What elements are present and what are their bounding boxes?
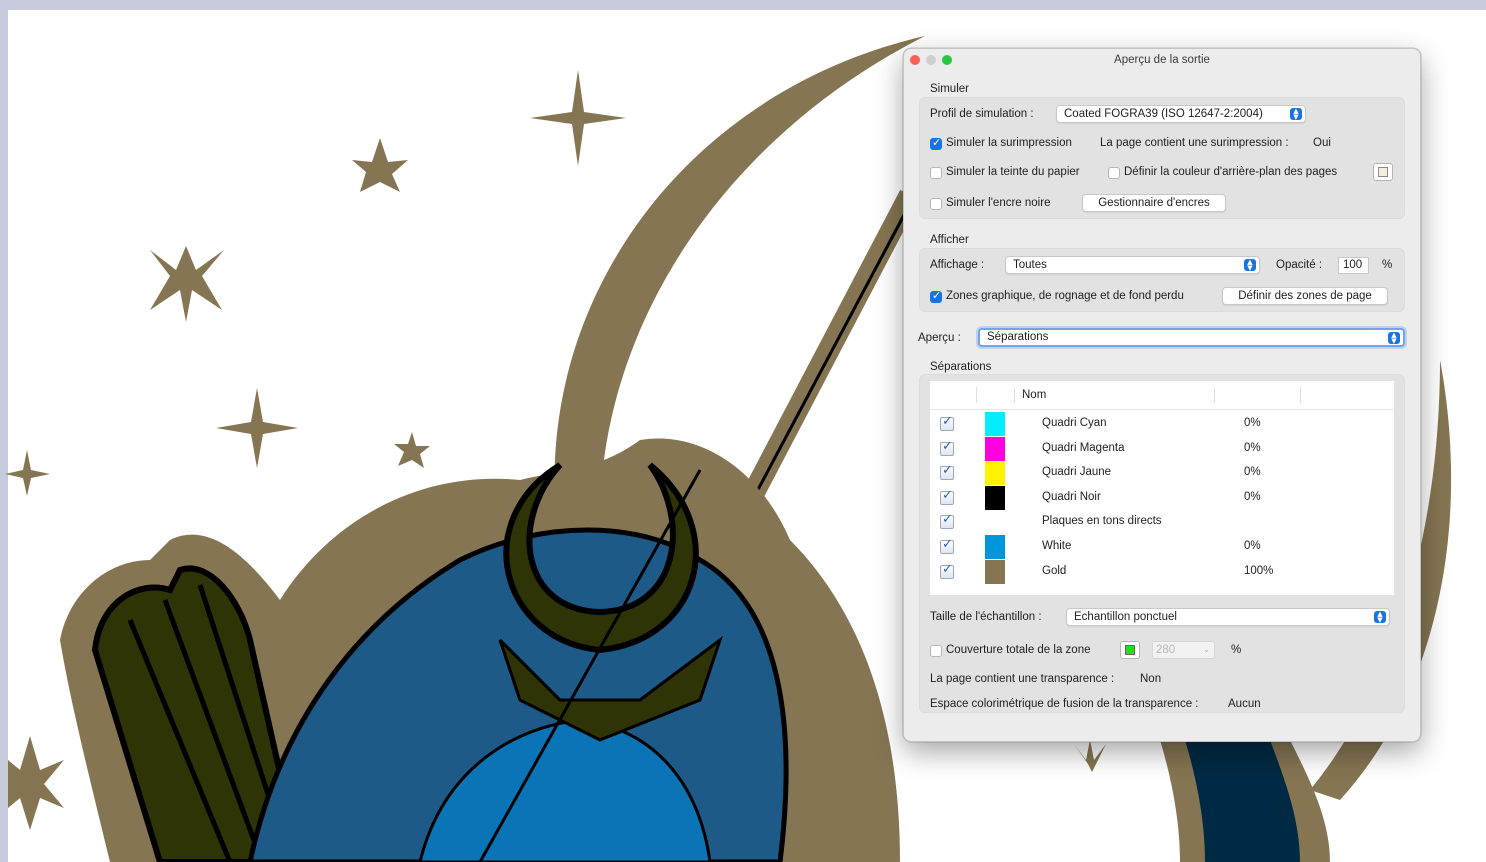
simulate-paper-tint-checkbox[interactable] xyxy=(930,167,942,179)
separation-visibility-checkbox[interactable] xyxy=(940,562,954,579)
ink-color-swatch xyxy=(985,559,1005,584)
column-name-header[interactable]: Nom xyxy=(1022,389,1046,401)
show-section-label: Afficher xyxy=(930,234,969,246)
simulation-profile-value: Coated FOGRA39 (ISO 12647-2:2004) xyxy=(1064,108,1263,120)
separation-visibility-checkbox[interactable] xyxy=(940,512,954,530)
zones-label: Zones graphique, de rognage et de fond p… xyxy=(946,290,1184,302)
table-row[interactable]: Plaques en tons directs xyxy=(930,510,1394,534)
sample-size-select[interactable]: Echantillon ponctuel ▲ ▼ xyxy=(1066,608,1390,626)
zones-checkbox[interactable] xyxy=(930,289,942,303)
ink-color-swatch xyxy=(985,461,1005,486)
zoom-icon[interactable] xyxy=(942,55,952,65)
separation-name: Gold xyxy=(1042,564,1067,577)
table-row[interactable]: Quadri Magenta 0% xyxy=(930,436,1394,461)
transparency-value: Non xyxy=(1140,673,1162,685)
ink-manager-button[interactable]: Gestionnaire d'encres xyxy=(1082,194,1226,212)
separation-value: 0% xyxy=(1244,417,1261,429)
simulate-black-ink-label: Simuler l'encre noire xyxy=(946,197,1051,209)
ink-color-swatch xyxy=(985,436,1005,461)
separation-value: 0% xyxy=(1244,441,1261,454)
preview-label: Aperçu : xyxy=(918,332,961,344)
separation-name: Quadri Noir xyxy=(1042,490,1101,503)
table-row[interactable]: Gold 100% xyxy=(930,559,1394,584)
table-header: Nom xyxy=(930,381,1394,410)
window-title: Aperçu de la sortie xyxy=(1114,54,1210,66)
separation-name: Quadri Jaune xyxy=(1042,466,1112,479)
page-bg-color-label: Définir la couleur d'arrière-plan des pa… xyxy=(1124,166,1338,178)
overprint-info-label: La page contient une surimpression : xyxy=(1100,137,1289,149)
sample-size-label: Taille de l'échantillon : xyxy=(930,611,1042,623)
total-coverage-checkbox[interactable] xyxy=(930,645,942,657)
window-titlebar[interactable]: Aperçu de la sortie xyxy=(904,49,1420,71)
simulation-profile-select[interactable]: Coated FOGRA39 (ISO 12647-2:2004) ▲ ▼ xyxy=(1056,105,1306,123)
simulation-profile-label: Profil de simulation : xyxy=(930,108,1034,120)
output-preview-dialog: Aperçu de la sortie Simuler Profil de si… xyxy=(903,48,1421,742)
coverage-color-well[interactable] xyxy=(1120,641,1140,659)
separation-value: 0% xyxy=(1244,540,1261,552)
updown-chevron-icon: ▲ ▼ xyxy=(1374,611,1386,624)
chevron-down-icon: ⌄ xyxy=(1203,645,1210,654)
table-row[interactable]: White 0% xyxy=(930,535,1394,559)
coverage-combo[interactable]: 280 ⌄ xyxy=(1152,641,1215,659)
ink-color-swatch xyxy=(985,485,1005,510)
display-label: Affichage : xyxy=(930,259,985,271)
color-swatch xyxy=(1125,645,1135,655)
simulate-overprint-label: Simuler la surimpression xyxy=(946,137,1072,149)
close-icon[interactable] xyxy=(910,55,920,65)
define-page-zones-button[interactable]: Définir des zones de page xyxy=(1222,287,1388,305)
minimize-icon[interactable] xyxy=(926,55,936,65)
coverage-value: 280 xyxy=(1156,644,1176,656)
separation-value: 0% xyxy=(1244,466,1261,479)
display-value: Toutes xyxy=(1013,259,1047,271)
separations-table: Nom Quadri Cyan0%Quadri Magenta0%Quadri … xyxy=(930,381,1394,595)
preview-mode-value: Séparations xyxy=(987,331,1049,343)
separations-section-label: Séparations xyxy=(930,361,992,373)
opacity-input[interactable]: 100 xyxy=(1338,257,1369,274)
opacity-unit: % xyxy=(1382,259,1393,271)
separation-visibility-checkbox[interactable] xyxy=(940,439,954,456)
table-row[interactable]: Quadri Jaune 0% xyxy=(930,461,1394,486)
transparency-label: La page contient une transparence : xyxy=(930,673,1115,685)
overprint-info-value: Oui xyxy=(1313,137,1331,149)
color-swatch xyxy=(1378,167,1388,177)
separation-visibility-checkbox[interactable] xyxy=(940,537,954,554)
page-bg-color-well[interactable] xyxy=(1373,163,1393,181)
separation-visibility-checkbox[interactable] xyxy=(940,463,954,481)
blend-space-label: Espace colorimétrique de fusion de la tr… xyxy=(930,698,1199,710)
table-row[interactable]: Quadri Cyan 0% xyxy=(930,412,1394,436)
page-bg-color-checkbox[interactable] xyxy=(1108,167,1120,179)
separation-name: Quadri Magenta xyxy=(1042,441,1125,454)
separation-name: White xyxy=(1042,540,1072,552)
updown-chevron-icon: ▲ ▼ xyxy=(1388,332,1400,345)
simulate-section-label: Simuler xyxy=(930,83,969,95)
updown-chevron-icon: ▲ ▼ xyxy=(1290,108,1302,121)
separation-visibility-checkbox[interactable] xyxy=(940,488,954,505)
display-select[interactable]: Toutes ▲ ▼ xyxy=(1005,256,1260,274)
simulate-paper-tint-label: Simuler la teinte du papier xyxy=(946,166,1080,178)
ink-color-swatch xyxy=(985,535,1005,559)
table-row[interactable]: Quadri Noir 0% xyxy=(930,485,1394,510)
blend-space-value: Aucun xyxy=(1228,698,1261,710)
separation-visibility-checkbox[interactable] xyxy=(940,414,954,431)
ink-color-swatch xyxy=(985,412,1005,436)
preview-mode-select[interactable]: Séparations ▲ ▼ xyxy=(978,328,1405,347)
updown-chevron-icon: ▲ ▼ xyxy=(1244,259,1256,272)
separation-name: Plaques en tons directs xyxy=(1042,515,1162,528)
simulate-overprint-checkbox[interactable] xyxy=(930,136,942,150)
total-coverage-label: Couverture totale de la zone xyxy=(946,644,1091,656)
separation-value: 0% xyxy=(1244,490,1261,503)
truncated-row: … xyxy=(1042,588,1054,595)
coverage-unit: % xyxy=(1231,644,1242,656)
separation-value: 100% xyxy=(1244,564,1274,577)
opacity-label: Opacité : xyxy=(1276,259,1323,271)
separation-name: Quadri Cyan xyxy=(1042,417,1107,429)
simulate-black-ink-checkbox[interactable] xyxy=(930,198,942,210)
sample-size-value: Echantillon ponctuel xyxy=(1074,611,1177,623)
